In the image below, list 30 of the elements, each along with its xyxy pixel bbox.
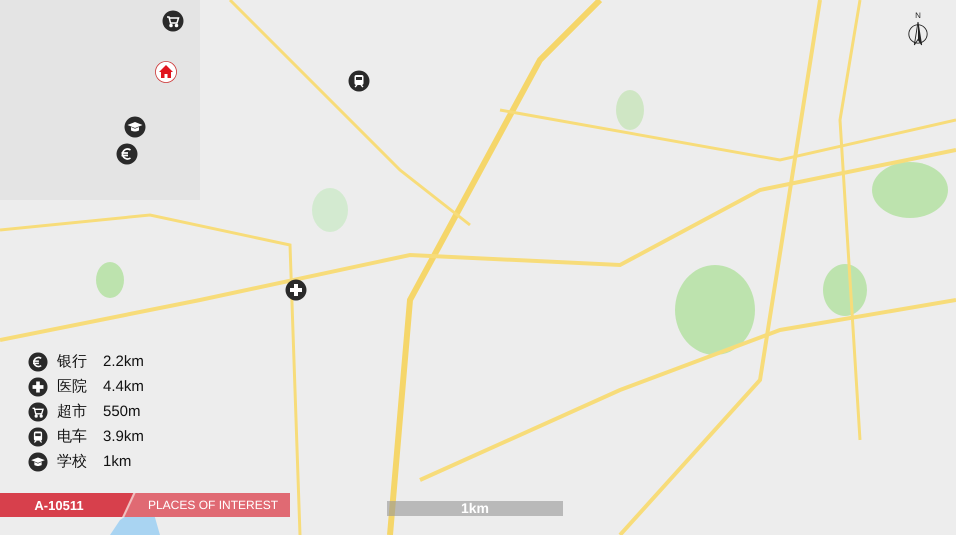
scale-bar: 1km [387,501,563,516]
park-area [96,262,124,298]
graduation-cap-icon [28,452,48,472]
poi-label: 超市 [57,402,88,421]
compass-icon [907,20,929,48]
poi-label: 医院 [57,377,88,396]
poi-label: 银行 [57,352,88,371]
park-area [616,90,644,130]
poi-label: 电车 [57,427,88,446]
park-area [823,264,867,316]
poi-distance: 550m [103,403,141,420]
listing-code: A-10511 [0,493,118,517]
poi-label: 学校 [57,452,88,471]
house-icon[interactable] [155,61,177,83]
cross-icon[interactable] [285,279,307,301]
euro-icon [28,352,48,372]
section-title: PLACES OF INTEREST [140,493,290,517]
north-label: N [915,12,921,20]
poi-distance: 1km [103,453,132,470]
poi-distance: 2.2km [103,353,144,370]
poi-distance: 4.4km [103,378,144,395]
train-icon[interactable] [348,70,370,92]
euro-icon[interactable] [116,143,138,165]
cart-icon[interactable] [162,10,184,32]
cart-icon [28,402,48,422]
park-area [312,188,348,232]
poi-distance: 3.9km [103,428,144,445]
cross-icon [28,376,48,396]
graduation-cap-icon[interactable] [124,116,146,138]
train-icon [28,426,48,446]
